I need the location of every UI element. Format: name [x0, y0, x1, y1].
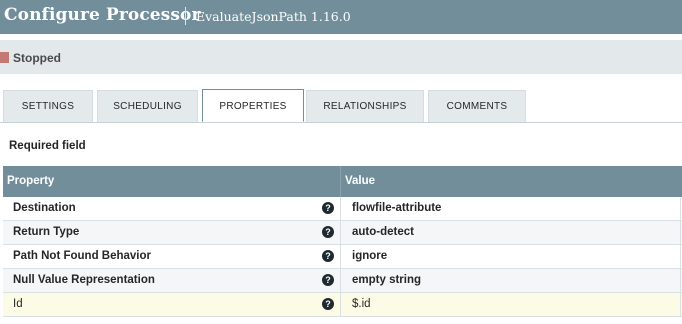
property-value[interactable]: empty string — [352, 274, 421, 286]
title-separator — [185, 7, 186, 25]
property-value[interactable]: ignore — [352, 250, 387, 262]
status-bar: Stopped — [0, 40, 682, 74]
help-icon[interactable]: ? — [322, 298, 334, 310]
property-name: Id — [13, 298, 23, 310]
property-name: Destination — [13, 202, 76, 214]
properties-table: Property Value Destination ? flowfile-at… — [3, 166, 682, 317]
property-name: Return Type — [13, 226, 80, 238]
property-value[interactable]: auto-detect — [352, 226, 414, 238]
tab-settings[interactable]: SETTINGS — [3, 90, 93, 122]
processor-type-label: EvaluateJsonPath 1.16.0 — [196, 9, 351, 24]
table-row[interactable]: Path Not Found Behavior ? ignore — [3, 245, 682, 269]
column-divider — [340, 166, 341, 197]
property-value[interactable]: $.id — [352, 298, 371, 310]
column-divider — [680, 293, 681, 317]
tab-bar: SETTINGS SCHEDULING PROPERTIES RELATIONS… — [0, 89, 682, 123]
table-row[interactable]: Destination ? flowfile-attribute — [3, 197, 682, 221]
tab-properties[interactable]: PROPERTIES — [202, 89, 304, 122]
status-label: Stopped — [13, 51, 61, 65]
tab-relationships[interactable]: RELATIONSHIPS — [306, 90, 424, 122]
table-row[interactable]: Null Value Representation ? empty string — [3, 269, 682, 293]
required-field-label: Required field — [9, 140, 86, 152]
help-icon[interactable]: ? — [322, 202, 334, 214]
table-row[interactable]: Id ? $.id — [3, 293, 682, 317]
column-divider — [340, 197, 341, 221]
dialog-header: Configure Processor EvaluateJsonPath 1.1… — [0, 0, 682, 34]
column-header-value[interactable]: Value — [345, 175, 375, 187]
column-divider — [340, 269, 341, 293]
help-icon[interactable]: ? — [322, 226, 334, 238]
column-divider — [680, 245, 681, 269]
column-divider — [680, 269, 681, 293]
column-divider — [680, 197, 681, 221]
column-divider — [680, 221, 681, 245]
stopped-square-icon — [0, 52, 9, 63]
column-header-property[interactable]: Property — [7, 175, 54, 187]
table-row[interactable]: Return Type ? auto-detect — [3, 221, 682, 245]
help-icon[interactable]: ? — [322, 274, 334, 286]
column-divider — [340, 245, 341, 269]
table-header: Property Value — [3, 166, 682, 197]
property-name: Path Not Found Behavior — [13, 250, 151, 262]
tab-scheduling[interactable]: SCHEDULING — [97, 90, 198, 122]
column-divider — [340, 293, 341, 317]
tab-comments[interactable]: COMMENTS — [428, 90, 526, 122]
help-icon[interactable]: ? — [322, 250, 334, 262]
property-value[interactable]: flowfile-attribute — [352, 202, 441, 214]
dialog-title: Configure Processor — [4, 5, 201, 25]
property-name: Null Value Representation — [13, 274, 155, 286]
column-divider — [340, 221, 341, 245]
